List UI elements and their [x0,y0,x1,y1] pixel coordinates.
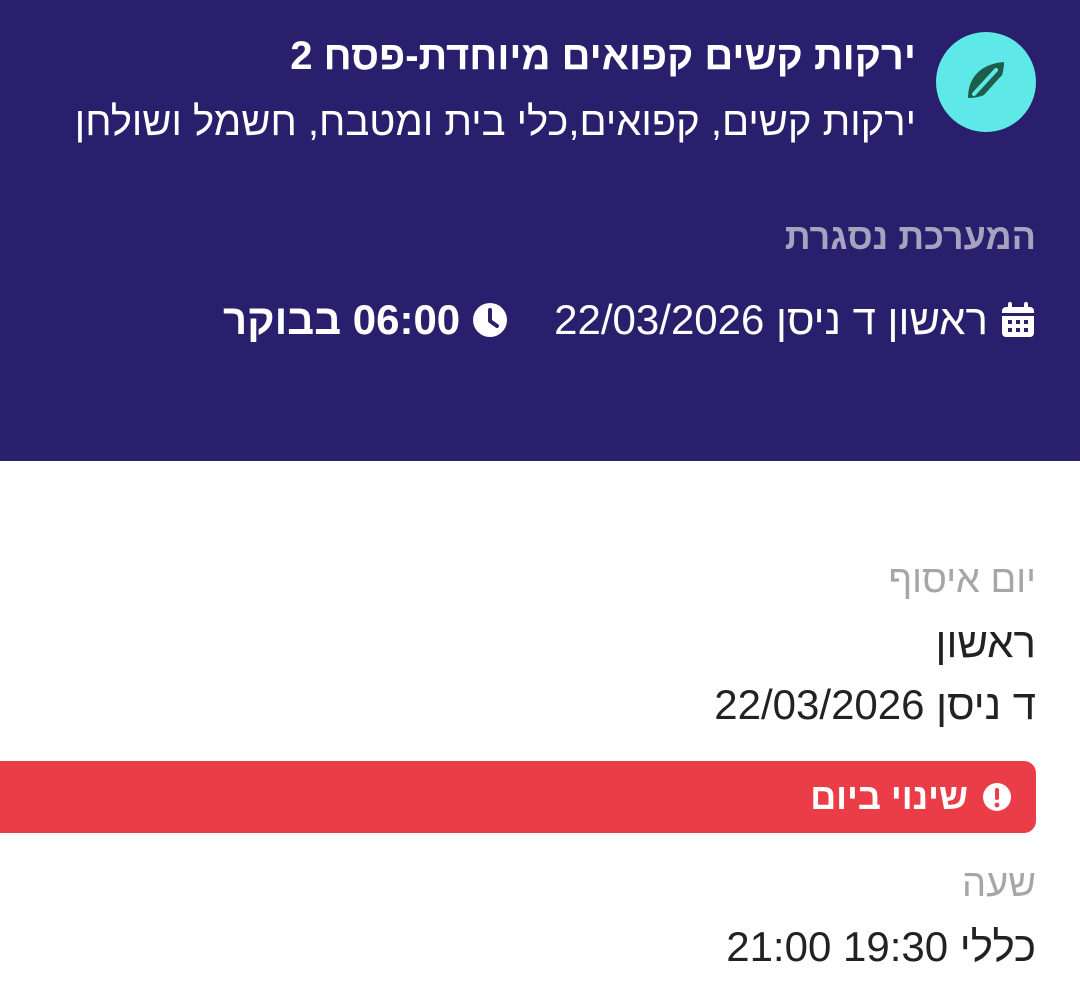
closing-time: 06:00 בבוקר [223,296,508,344]
pickup-details-page: ירקות קשים קפואים מיוחדת-פסח 2 ירקות קשי… [0,0,1080,991]
closing-datetime: ראשון ד ניסן 22/03/2026 06:00 בבוקר [223,296,1036,344]
collection-day-name: ראשון [935,619,1036,666]
day-change-alert: שינוי ביום [0,761,1036,833]
calendar-icon [1000,301,1036,339]
collection-details: יום איסוף ראשון ד ניסן 22/03/2026 שינוי … [0,461,1080,991]
collection-day-date: ד ניסן 22/03/2026 [714,681,1036,728]
closing-time-text: 06:00 בבוקר [222,296,461,343]
header: ירקות קשים קפואים מיוחדת-פסח 2 ירקות קשי… [0,0,1080,461]
hour-value: כללי 19:30 21:00 [726,923,1036,970]
closing-date: ראשון ד ניסן 22/03/2026 [554,296,1036,344]
leaf-icon [960,54,1012,111]
hour-label: שעה [962,863,1036,905]
page-subtitle: ירקות קשים, קפואים,כלי בית ומטבח, חשמל ו… [74,100,916,144]
system-closes-label: המערכת נסגרת [784,216,1036,257]
clock-icon [472,302,508,338]
logo-avatar [936,32,1036,132]
day-change-alert-text: שינוי ביום [810,776,968,817]
closing-date-text: ראשון ד ניסן 22/03/2026 [554,296,988,343]
page-title: ירקות קשים קפואים מיוחדת-פסח 2 [290,34,916,78]
exclamation-circle-icon [982,782,1012,812]
collection-day-label: יום איסוף [888,559,1036,601]
